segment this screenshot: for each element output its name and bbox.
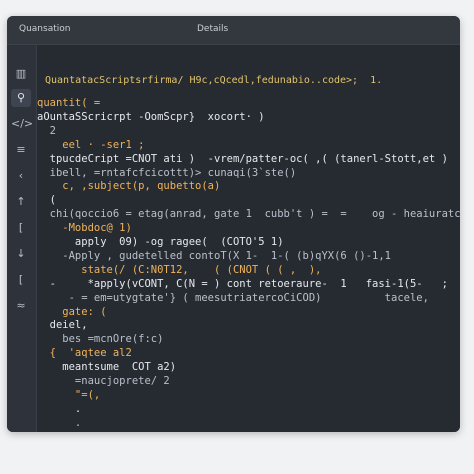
search-icon[interactable]: ⚲ xyxy=(11,89,31,107)
arrow-icon[interactable]: ↑ xyxy=(11,193,31,211)
code-editor[interactable]: QuantatacScriptsrfirma/ H9c,cQcedl,fedun… xyxy=(37,45,460,432)
code-line: bes =mcnOre(f:c) xyxy=(37,333,164,346)
editor-window: Quansation Details ▥ ⚲ </> ≡ ‹ ↑ [ ↓ [ ≈… xyxy=(7,16,460,432)
code-line: deiel, xyxy=(37,319,88,332)
code-line: chi(qoccio6 = etag(anrad, gate 1 cubb't … xyxy=(49,208,460,221)
chart-icon[interactable]: ▥ xyxy=(11,65,31,83)
title-bar: Quansation Details xyxy=(7,16,460,45)
code-line: eel · -ser1 ; xyxy=(37,138,145,151)
code-line: tpucdeCript =CNOT ati ) -vrem/patter-oc(… xyxy=(37,152,448,165)
code-line: { 'aqtee al2 xyxy=(37,347,132,360)
code-line: 2 xyxy=(37,124,56,137)
bracket-icon[interactable]: [ xyxy=(11,219,31,237)
code-line: -Apply , gudetelled contoT(X 1- 1-( (b)q… xyxy=(37,249,392,262)
mark-icon[interactable]: ‹ xyxy=(11,167,31,185)
down-icon[interactable]: ↓ xyxy=(11,245,31,263)
code-line: apply 09) -og ragee( (COTO'5 1) xyxy=(37,236,284,248)
code-icon[interactable]: </> xyxy=(11,115,33,133)
code-line: . xyxy=(37,416,82,429)
code-line: -Mobdoc@ 1) xyxy=(37,222,132,235)
code-line: ibell, =rntafcfcicottt)> cunaqi(3`ste() xyxy=(37,166,297,179)
code-line: quantit( = xyxy=(37,97,101,109)
code-line: "=(, xyxy=(37,388,101,401)
code-line: - = em=utygtate'} ( meesutriatercoCiCOD)… xyxy=(37,291,429,304)
tab-details[interactable]: Details xyxy=(197,24,228,34)
code-line: - *apply(vCONT, C(N = ) cont retoeraure-… xyxy=(37,277,460,290)
code-line: gate: ( xyxy=(37,305,107,318)
activity-sidebar: ▥ ⚲ </> ≡ ‹ ↑ [ ↓ [ ≈ xyxy=(7,45,37,432)
list-icon[interactable]: ≡ xyxy=(11,141,31,159)
code-line: state(/ (C:N0T12, ( (CNOT ( ( , ), xyxy=(37,263,322,276)
code-line: c, ,subject(p, qubetto(a) xyxy=(37,180,221,193)
code-line: aOuntaSScricrpt -OomScpr} xocort· ) xyxy=(37,110,265,123)
file-path: QuantatacScriptsrfirma/ H9c,cQcedl,fedun… xyxy=(45,75,383,86)
bracket-icon[interactable]: [ xyxy=(11,271,31,289)
code-line: ( xyxy=(37,194,56,207)
wave-icon[interactable]: ≈ xyxy=(11,297,31,315)
code-line: =naucjoprete/ 2 xyxy=(37,375,170,387)
code-line: . xyxy=(37,402,82,415)
tab-quansation[interactable]: Quansation xyxy=(19,24,70,34)
code-line: meantsume COT a2) xyxy=(37,361,177,374)
